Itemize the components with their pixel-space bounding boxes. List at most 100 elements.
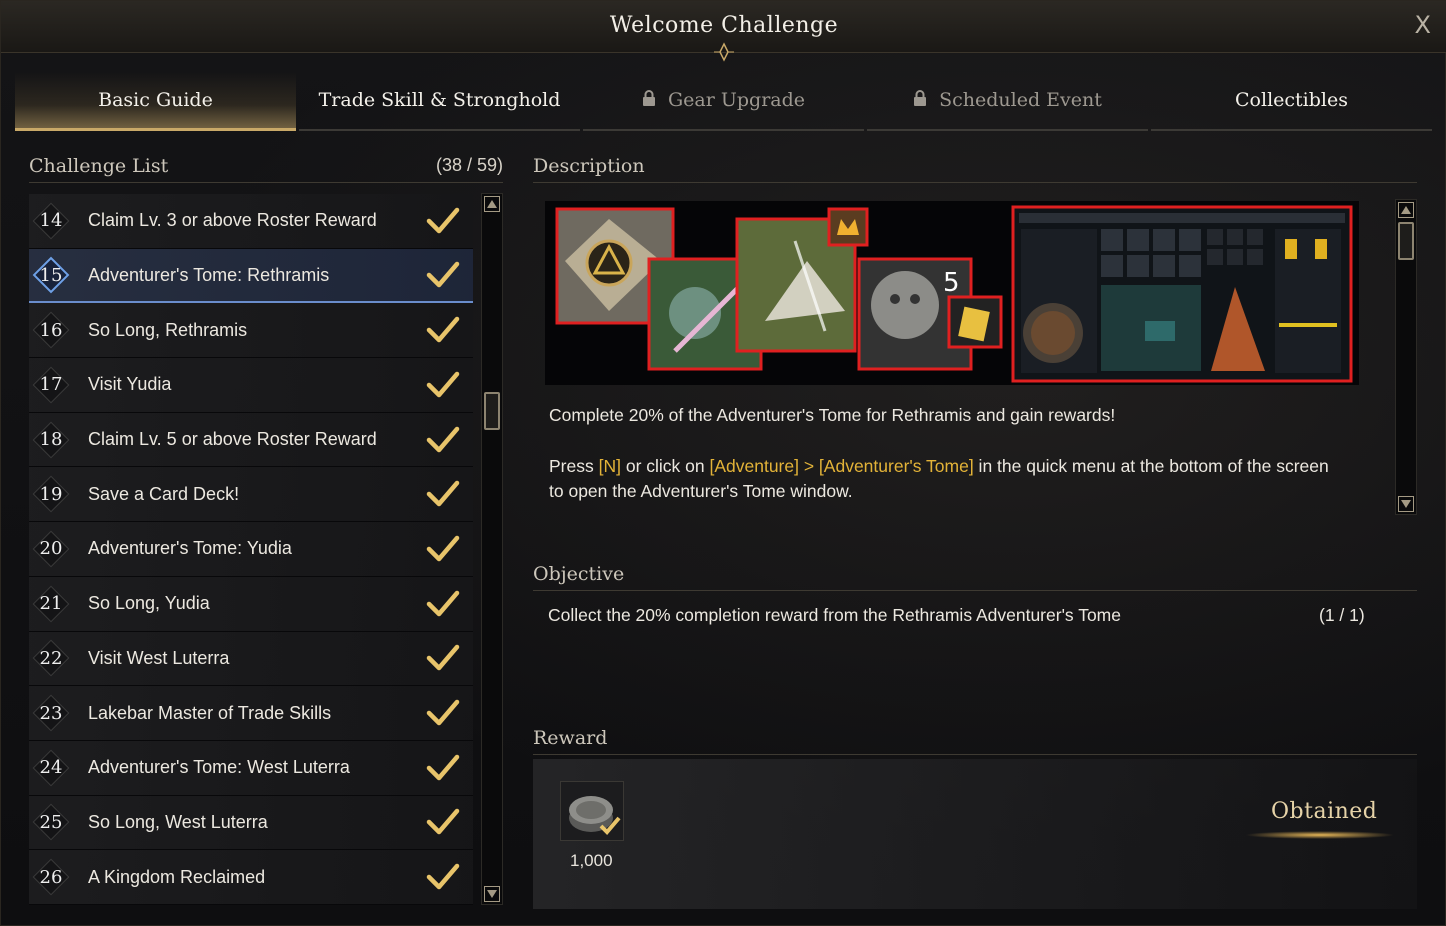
challenge-number: 15 — [39, 264, 63, 286]
challenge-list-heading: Challenge List — [29, 154, 169, 177]
challenge-label: So Long, Yudia — [88, 593, 210, 614]
reward-box: 1,000 Obtained — [533, 759, 1417, 909]
reward-item[interactable] — [560, 781, 624, 841]
challenge-number-badge: 18 — [31, 420, 71, 460]
tab-basic-guide[interactable]: Basic Guide — [15, 71, 296, 131]
challenge-label: Save a Card Deck! — [88, 483, 240, 504]
challenge-label: A Kingdom Reclaimed — [88, 866, 266, 887]
description-text-rest: in the quick menu at the bottom of the s… — [973, 455, 1329, 476]
description-text-press: Press — [549, 455, 599, 476]
challenge-label: So Long, West Luterra — [88, 811, 268, 832]
challenge-label: So Long, Rethramis — [88, 319, 248, 340]
objective-text: Collect the 20% completion reward from t… — [548, 605, 1121, 625]
description-text-or-click: or click on — [620, 455, 710, 476]
title-ornament-icon — [714, 42, 734, 62]
description-heading: Description — [533, 149, 1417, 183]
challenge-item-21[interactable]: 21 So Long, Yudia — [29, 576, 473, 632]
challenge-item-26[interactable]: 26 A Kingdom Reclaimed — [29, 850, 473, 905]
challenge-list-scrollbar[interactable] — [481, 193, 503, 905]
challenge-item-15[interactable]: 15 Adventurer's Tome: Rethramis — [29, 248, 473, 304]
challenge-label: Claim Lv. 5 or above Roster Reward — [88, 429, 377, 450]
lock-icon — [642, 89, 655, 106]
window-title: Welcome Challenge — [609, 13, 839, 38]
checkmark-icon — [426, 426, 460, 452]
tab-label: Basic Guide — [98, 88, 213, 111]
challenge-number-badge: 26 — [31, 857, 71, 897]
lock-icon — [914, 89, 927, 106]
challenge-number: 20 — [39, 538, 63, 560]
arrow-down-icon — [1401, 500, 1411, 508]
tab-gear-upgrade[interactable]: Gear Upgrade — [583, 71, 864, 131]
scroll-down-button[interactable] — [484, 886, 500, 902]
challenge-number-badge: 16 — [31, 310, 71, 350]
challenge-item-20[interactable]: 20 Adventurer's Tome: Yudia — [29, 522, 473, 577]
description-line-3: to open the Adventurer's Tome window. — [549, 481, 853, 501]
challenge-number: 22 — [39, 647, 63, 669]
tab-trade-skill-stronghold[interactable]: Trade Skill & Stronghold — [299, 71, 580, 131]
challenge-number-badge: 17 — [31, 365, 71, 405]
tab-scheduled-event[interactable]: Scheduled Event — [867, 71, 1148, 131]
tab-label: Collectibles — [1235, 89, 1348, 111]
challenge-number-badge: 24 — [31, 748, 71, 788]
hotkey-hint: [N] — [598, 455, 621, 476]
checkmark-icon — [426, 645, 460, 671]
challenge-item-19[interactable]: 19 Save a Card Deck! — [29, 467, 473, 523]
challenge-item-25[interactable]: 25 So Long, West Luterra — [29, 795, 473, 851]
checkmark-icon — [426, 481, 460, 507]
challenge-label: Adventurer's Tome: Rethramis — [88, 264, 330, 285]
title-bar: Welcome Challenge X — [1, 1, 1446, 62]
challenge-item-22[interactable]: 22 Visit West Luterra — [29, 631, 473, 687]
reward-heading: Reward — [533, 721, 1417, 755]
challenge-number: 17 — [39, 374, 63, 396]
challenge-number-badge: 21 — [31, 584, 71, 624]
arrow-down-icon — [487, 890, 497, 898]
close-button[interactable]: X — [1415, 11, 1431, 39]
scroll-thumb[interactable] — [1398, 222, 1414, 260]
challenge-label: Adventurer's Tome: West Luterra — [88, 757, 350, 778]
welcome-challenge-window: Welcome Challenge X Basic Guide Trade Sk… — [0, 0, 1446, 926]
challenge-detail-panel: Description 5 Complete 20% of the Advent… — [533, 149, 1417, 909]
tab-collectibles[interactable]: Collectibles — [1151, 71, 1432, 131]
checkmark-icon — [426, 699, 460, 726]
challenge-list: 14 Claim Lv. 3 or above Roster Reward 15 Ad… — [29, 194, 473, 905]
menu-path-hint: [Adventure] > [Adventurer's Tome] — [709, 455, 974, 476]
challenge-number: 14 — [39, 210, 63, 232]
tab-label: Gear Upgrade — [667, 89, 806, 111]
challenge-number: 21 — [39, 593, 63, 615]
tutorial-illustration: 5 — [545, 201, 1359, 385]
image-badge-number: 5 — [943, 268, 960, 298]
scroll-up-button[interactable] — [484, 196, 500, 212]
challenge-item-17[interactable]: 17 Visit Yudia — [29, 358, 473, 413]
challenge-item-24[interactable]: 24 Adventurer's Tome: West Luterra — [29, 740, 473, 796]
scroll-down-button[interactable] — [1398, 496, 1414, 512]
challenge-list-header: Challenge List (38 / 59) — [29, 149, 503, 183]
scroll-up-button[interactable] — [1398, 202, 1414, 218]
challenge-number-badge: 19 — [31, 474, 71, 514]
challenge-number: 23 — [39, 702, 63, 724]
challenge-item-14[interactable]: 14 Claim Lv. 3 or above Roster Reward — [29, 194, 473, 249]
checkmark-icon — [426, 590, 460, 616]
challenge-number-badge: 20 — [31, 529, 71, 569]
tab-label: Trade Skill & Stronghold — [318, 89, 561, 111]
challenge-number-badge: 23 — [31, 693, 71, 733]
scroll-thumb[interactable] — [484, 392, 500, 430]
objective-progress: (1 / 1) — [1319, 605, 1365, 625]
description-text: Complete 20% of the Adventurer's Tome fo… — [549, 403, 1389, 505]
challenge-label: Visit West Luterra — [88, 647, 230, 668]
challenge-number: 25 — [39, 811, 63, 833]
checkmark-icon — [426, 316, 460, 343]
challenge-item-16[interactable]: 16 So Long, Rethramis — [29, 303, 473, 359]
challenge-number-badge: 14 — [31, 201, 71, 241]
reward-status: Obtained — [1271, 799, 1378, 824]
challenge-label: Lakebar Master of Trade Skills — [88, 702, 332, 723]
description-scrollbar[interactable] — [1395, 199, 1417, 515]
checkmark-icon — [426, 207, 460, 234]
checkmark-icon — [426, 535, 460, 562]
description-line-1: Complete 20% of the Adventurer's Tome fo… — [549, 405, 1116, 425]
reward-amount: 1,000 — [570, 851, 613, 870]
challenge-item-18[interactable]: 18 Claim Lv. 5 or above Roster Reward — [29, 412, 473, 468]
checkmark-icon — [426, 754, 460, 780]
challenge-list-panel: Challenge List (38 / 59) 14 Claim Lv. 3 o… — [29, 149, 503, 909]
checkmark-icon — [426, 371, 460, 398]
challenge-item-23[interactable]: 23 Lakebar Master of Trade Skills — [29, 686, 473, 741]
